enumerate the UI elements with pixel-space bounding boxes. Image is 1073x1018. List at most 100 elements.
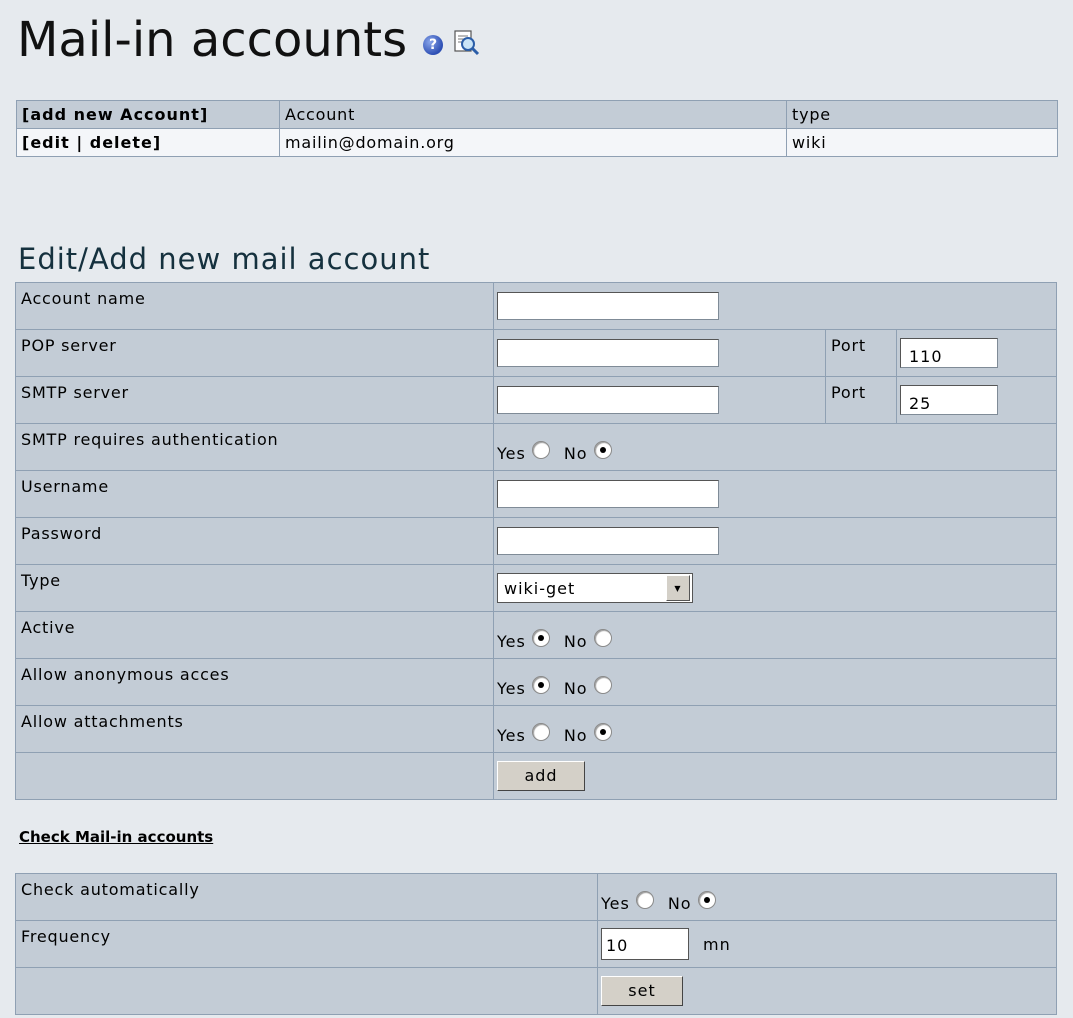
smtp-port-cell: 25 (896, 376, 1057, 424)
help-icon[interactable]: ? (423, 35, 444, 55)
yes-label: Yes (497, 443, 526, 463)
set-button-cell: set (597, 967, 1057, 1015)
no-label: No (667, 893, 692, 913)
attachments-yes-radio[interactable] (531, 722, 550, 741)
add-button[interactable]: add (497, 761, 585, 791)
smtp-port-input[interactable]: 25 (900, 385, 998, 415)
check-auto-cell: Yes No (597, 873, 1057, 921)
pop-port-input[interactable]: 110 (900, 338, 998, 368)
username-label: Username (15, 470, 494, 518)
page-title-row: Mail-in accounts ? (17, 12, 481, 68)
pop-server-row: POP server Port 110 (15, 329, 1057, 377)
no-label: No (563, 631, 588, 651)
search-doc-icon[interactable] (453, 29, 481, 57)
type-cell: wiki (786, 128, 1058, 157)
accounts-table-header: [add new Account] Account type (16, 100, 1058, 129)
anonymous-yes-radio[interactable] (531, 675, 550, 694)
attachments-radio-group: Yes No (497, 714, 1056, 745)
active-cell: Yes No (493, 611, 1057, 659)
account-cell: mailin@domain.org (279, 128, 787, 157)
smtp-port-label: Port (825, 376, 897, 424)
yes-label: Yes (497, 725, 526, 745)
frequency-row: Frequency 10 mn (15, 920, 1057, 968)
type-select[interactable]: wiki-get ▼ (497, 573, 693, 603)
username-row: Username (15, 470, 1057, 518)
edit-delete-link[interactable]: [edit | delete] (22, 133, 161, 152)
add-account-cell: [add new Account] (16, 100, 280, 129)
type-row: Type wiki-get ▼ (15, 564, 1057, 612)
check-auto-yes-radio[interactable] (635, 890, 654, 909)
anonymous-label: Allow anonymous acces (15, 658, 494, 706)
anonymous-no-radio[interactable] (593, 675, 612, 694)
smtp-auth-radio-group: Yes No (497, 432, 1056, 463)
accounts-table: [add new Account] Account type [edit | d… (16, 100, 1058, 157)
username-cell (493, 470, 1057, 518)
username-input[interactable] (497, 480, 719, 508)
account-name-label: Account name (15, 282, 494, 330)
page-title: Mail-in accounts (17, 12, 408, 68)
mail-account-form: Account name POP server Port 110 SMTP se… (15, 282, 1057, 800)
password-row: Password (15, 517, 1057, 565)
password-cell (493, 517, 1057, 565)
smtp-auth-yes-radio[interactable] (531, 440, 550, 459)
frequency-group: 10 mn (601, 928, 1056, 960)
yes-label: Yes (497, 678, 526, 698)
smtp-auth-no-radio[interactable] (593, 440, 612, 459)
frequency-cell: 10 mn (597, 920, 1057, 968)
attachments-row: Allow attachments Yes No (15, 705, 1057, 753)
active-no-radio[interactable] (593, 628, 612, 647)
no-label: No (563, 678, 588, 698)
add-new-account-link[interactable]: [add new Account] (22, 105, 208, 124)
type-select-value: wiki-get (504, 578, 576, 598)
row-actions-cell: [edit | delete] (16, 128, 280, 157)
no-label: No (563, 725, 588, 745)
smtp-auth-label: SMTP requires authentication (15, 423, 494, 471)
no-label: No (563, 443, 588, 463)
check-settings-table: Check automatically Yes No Frequency 10 … (15, 873, 1057, 1015)
smtp-server-cell (493, 376, 826, 424)
active-label: Active (15, 611, 494, 659)
add-button-row: add (15, 752, 1057, 800)
pop-server-label: POP server (15, 329, 494, 377)
anonymous-cell: Yes No (493, 658, 1057, 706)
frequency-input[interactable]: 10 (601, 928, 689, 960)
check-auto-label: Check automatically (15, 873, 598, 921)
smtp-auth-cell: Yes No (493, 423, 1057, 471)
frequency-unit: mn (703, 934, 731, 954)
pop-server-cell (493, 329, 826, 377)
type-label: Type (15, 564, 494, 612)
chevron-down-icon[interactable]: ▼ (666, 575, 690, 601)
account-name-row: Account name (15, 282, 1057, 330)
smtp-auth-row: SMTP requires authentication Yes No (15, 423, 1057, 471)
account-name-input[interactable] (497, 292, 719, 320)
set-button-row: set (15, 967, 1057, 1015)
active-yes-radio[interactable] (531, 628, 550, 647)
smtp-server-row: SMTP server Port 25 (15, 376, 1057, 424)
edit-section-title: Edit/Add new mail account (18, 242, 431, 276)
pop-server-input[interactable] (497, 339, 719, 367)
password-label: Password (15, 517, 494, 565)
table-row: [edit | delete] mailin@domain.org wiki (16, 128, 1058, 157)
set-button[interactable]: set (601, 976, 683, 1006)
pop-port-cell: 110 (896, 329, 1057, 377)
attachments-label: Allow attachments (15, 705, 494, 753)
attachments-cell: Yes No (493, 705, 1057, 753)
account-name-cell (493, 282, 1057, 330)
password-input[interactable] (497, 527, 719, 555)
active-row: Active Yes No (15, 611, 1057, 659)
type-column-header: type (786, 100, 1058, 129)
yes-label: Yes (601, 893, 630, 913)
empty-cell (15, 967, 598, 1015)
smtp-server-input[interactable] (497, 386, 719, 414)
check-mailin-accounts-link[interactable]: Check Mail-in accounts (19, 828, 213, 846)
yes-label: Yes (497, 631, 526, 651)
check-auto-no-radio[interactable] (697, 890, 716, 909)
attachments-no-radio[interactable] (593, 722, 612, 741)
account-column-header: Account (279, 100, 787, 129)
check-auto-row: Check automatically Yes No (15, 873, 1057, 921)
anonymous-row: Allow anonymous acces Yes No (15, 658, 1057, 706)
type-cell: wiki-get ▼ (493, 564, 1057, 612)
check-auto-radio-group: Yes No (601, 882, 1056, 913)
anonymous-radio-group: Yes No (497, 667, 1056, 698)
add-button-cell: add (493, 752, 1057, 800)
